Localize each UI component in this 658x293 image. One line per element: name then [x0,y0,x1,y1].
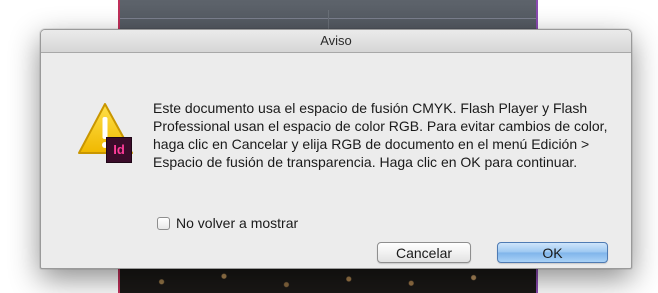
dont-show-again-label[interactable]: No volver a mostrar [176,215,298,231]
dont-show-again-option[interactable]: No volver a mostrar [157,214,298,232]
background-image-strip [120,265,536,293]
indesign-app-icon: Id [106,137,132,163]
ok-button[interactable]: OK [497,242,608,263]
cancel-button[interactable]: Cancelar [377,242,471,263]
dialog-titlebar[interactable]: Aviso [41,30,631,53]
guide-line-vertical [328,10,329,30]
dont-show-again-checkbox[interactable] [157,216,170,230]
alert-dialog: Aviso Id Este documento usa el espacio d… [40,29,632,269]
dialog-title: Aviso [320,33,352,48]
alert-message: Este documento usa el espacio de fusión … [153,100,608,170]
dialog-body: Id Este documento usa el espacio de fusi… [41,53,631,268]
